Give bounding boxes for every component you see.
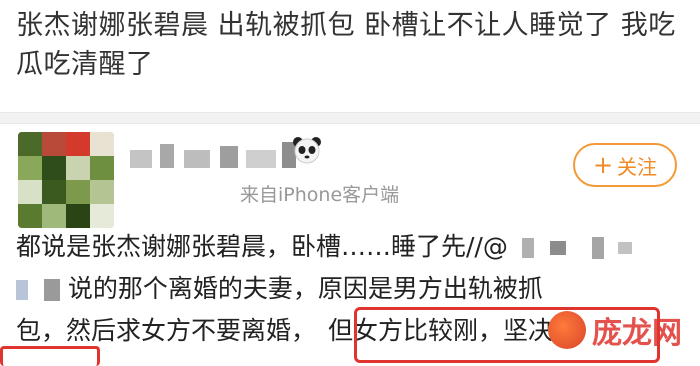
highlight-box-partial: [0, 346, 100, 366]
name-blurred-2: [43, 279, 60, 301]
plus-icon: +: [592, 151, 614, 179]
watermark-logo-icon: [548, 311, 586, 349]
watermark: 庞龙网: [548, 306, 698, 354]
comment-line-1: 都说是张杰谢娜张碧晨，卧槽……睡了先//@: [16, 232, 508, 261]
avatar[interactable]: [18, 132, 114, 228]
mention-blurred: [521, 238, 534, 258]
watermark-text: 庞龙网: [592, 316, 682, 351]
panda-emoji-icon: [292, 136, 322, 164]
post-text-line-2: 瓜吃清醒了: [16, 49, 154, 80]
mention-blurred-4: [617, 242, 632, 254]
comment-line-3a: 包，然后求女方不要离婚，: [16, 316, 317, 345]
mention-blurred-2: [549, 241, 566, 255]
previous-post[interactable]: 张杰谢娜张碧晨 出轨被抓包 卧槽让不让人睡觉了 我吃 瓜吃清醒了: [0, 0, 700, 112]
post-text-line-1: 张杰谢娜张碧晨 出轨被抓包 卧槽让不让人睡觉了 我吃: [16, 10, 676, 41]
section-divider: [0, 112, 700, 124]
follow-button[interactable]: + 关注: [573, 143, 677, 187]
mention-blurred-3: [591, 237, 604, 259]
name-blurred: [16, 280, 28, 300]
comment-line-2: 说的那个离婚的夫妻，原因是男方出轨被抓: [67, 274, 543, 303]
post-text: 张杰谢娜张碧晨 出轨被抓包 卧槽让不让人睡觉了 我吃 瓜吃清醒了: [16, 6, 688, 84]
follow-label: 关注: [617, 154, 658, 179]
post-source: 来自iPhone客户端: [240, 184, 400, 206]
